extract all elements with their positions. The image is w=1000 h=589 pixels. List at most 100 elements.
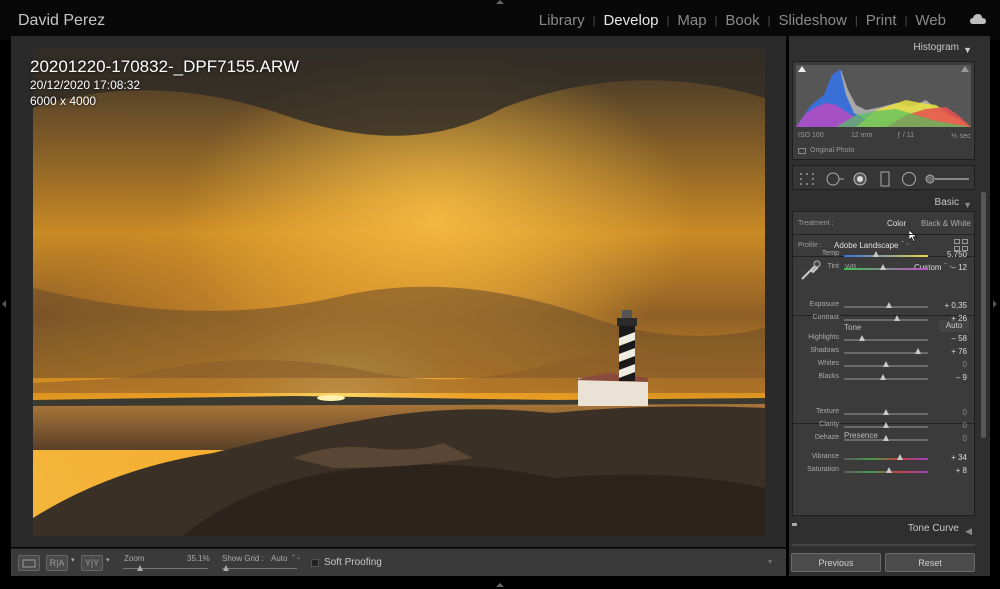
left-panel-toggle-icon[interactable] [2,300,6,308]
texture-value[interactable]: 0 [937,408,967,417]
module-slideshow[interactable]: Slideshow [774,12,850,29]
loupe-view-icon [22,559,36,567]
show-grid-slider-thumb[interactable] [222,565,229,571]
texture-label: Texture [816,408,839,415]
right-panel-toggle-icon[interactable] [993,300,997,308]
vibrance-slider-track[interactable] [844,458,928,460]
reset-button[interactable]: Reset [885,553,975,572]
before-after-tb-menu-icon[interactable]: ▾ [106,556,110,564]
soft-proofing-label[interactable]: Soft Proofing [324,557,382,568]
focal-info: 12 mm [851,132,873,139]
tint-slider-track[interactable] [844,268,928,270]
identity-plate: David Perez [18,12,106,29]
before-after-tb-button[interactable]: Y|Y [81,555,103,571]
shadows-slider-thumb[interactable] [914,348,921,354]
exposure-slider-thumb[interactable] [885,302,892,308]
histogram-header[interactable]: Histogram ▼ [789,42,979,62]
original-photo-checkbox[interactable] [798,148,806,154]
whites-slider-thumb[interactable] [883,361,889,367]
tone-curve-header[interactable]: Tone Curve ◀ [789,523,979,543]
show-grid-slider-track[interactable] [222,568,297,569]
module-separator: | [592,14,596,27]
highlights-value[interactable]: – 58 [937,334,967,343]
profile-value[interactable]: Adobe Landscape [834,241,899,250]
blacks-slider-thumb[interactable] [879,374,886,380]
loupe-view-button[interactable] [18,555,40,571]
module-print[interactable]: Print [862,12,901,29]
shadows-label: Shadows [810,347,839,354]
tint-slider-thumb[interactable] [879,264,886,270]
basic-title: Basic [934,197,959,208]
zoom-label: Zoom [124,554,145,563]
temp-value[interactable]: 5.750 [937,250,967,259]
red-eye-icon[interactable] [852,171,868,187]
before-after-lr-button[interactable]: R|A [46,555,68,571]
previous-button[interactable]: Previous [791,553,881,572]
treatment-color-option[interactable]: Color [887,219,906,228]
contrast-slider-track[interactable] [844,319,928,321]
module-book[interactable]: Book [721,12,763,29]
toolbar-menu-icon[interactable]: ▾ [768,557,772,566]
histogram-graph[interactable] [796,65,971,127]
blacks-slider-track[interactable] [844,378,928,380]
clarity-slider-thumb[interactable] [883,422,889,428]
dehaze-slider-thumb[interactable] [883,435,889,441]
contrast-value[interactable]: + 26 [937,314,967,323]
show-grid-value[interactable]: Auto [271,554,287,563]
temp-slider-track[interactable] [844,255,928,257]
contrast-slider-thumb[interactable] [893,315,900,321]
spot-removal-icon[interactable] [825,171,845,187]
module-library[interactable]: Library [535,12,589,29]
texture-slider-thumb[interactable] [883,409,889,415]
highlight-clipping-icon[interactable] [961,66,969,72]
right-panel-scrollbar[interactable] [981,192,986,438]
clarity-label: Clarity [819,421,839,428]
temp-slider-thumb[interactable] [872,251,879,257]
cloud-sync-icon[interactable] [970,14,986,24]
filmstrip-toggle-icon[interactable] [496,583,504,587]
aperture-info: ƒ / 11 [897,132,914,139]
histogram-collapse-icon[interactable]: ▼ [963,45,972,55]
exposure-label: Exposure [809,301,839,308]
vibrance-slider-thumb[interactable] [897,454,904,460]
blacks-value[interactable]: – 9 [937,373,967,382]
tone-curve-title: Tone Curve [907,523,959,534]
before-after-menu-icon[interactable]: ▾ [71,556,75,564]
vibrance-label: Vibrance [811,453,839,460]
show-grid-label: Show Grid : [222,554,264,563]
highlights-slider-track[interactable] [844,339,928,341]
show-grid-menu-icon[interactable]: ⌃⌄ [291,554,301,561]
soft-proofing-checkbox[interactable] [311,559,319,567]
treatment-bw-option[interactable]: Black & White [921,219,971,228]
zoom-slider-thumb[interactable] [137,565,143,571]
saturation-value[interactable]: + 8 [937,466,967,475]
adjustment-brush-icon[interactable] [925,174,971,184]
graduated-filter-icon[interactable] [879,171,891,187]
tone-curve-expand-icon[interactable]: ◀ [965,526,972,537]
module-web[interactable]: Web [911,12,950,29]
radial-filter-icon[interactable] [901,171,917,187]
module-separator: | [854,14,858,27]
highlights-slider-thumb[interactable] [858,335,865,341]
photo-image[interactable] [33,48,765,536]
top-panel-toggle-icon[interactable] [496,0,504,4]
module-map[interactable]: Map [673,12,710,29]
module-develop[interactable]: Develop [599,12,662,29]
photo-viewer: 20201220-170832-_DPF7155.ARW 20/12/2020 … [11,36,786,547]
shadow-clipping-icon[interactable] [798,66,806,72]
clarity-value[interactable]: 0 [937,421,967,430]
profile-menu-icon[interactable]: ⌃⌄ [900,240,910,247]
module-picker-bar: David Perez Library | Develop | Map | Book | Sli… [0,0,1000,40]
zoom-slider-track[interactable] [123,568,208,569]
crop-tool-icon[interactable] [799,172,815,186]
saturation-slider-thumb[interactable] [886,467,893,473]
mouse-cursor-icon [909,230,917,242]
whites-value[interactable]: 0 [937,360,967,369]
vibrance-value[interactable]: + 34 [937,453,967,462]
iso-info: ISO 100 [798,132,824,139]
dehaze-value[interactable]: 0 [937,434,967,443]
basic-collapse-icon[interactable]: ▼ [963,200,972,210]
shadows-value[interactable]: + 76 [937,347,967,356]
tint-value[interactable]: – 12 [937,263,967,272]
exposure-value[interactable]: + 0,35 [937,301,967,310]
